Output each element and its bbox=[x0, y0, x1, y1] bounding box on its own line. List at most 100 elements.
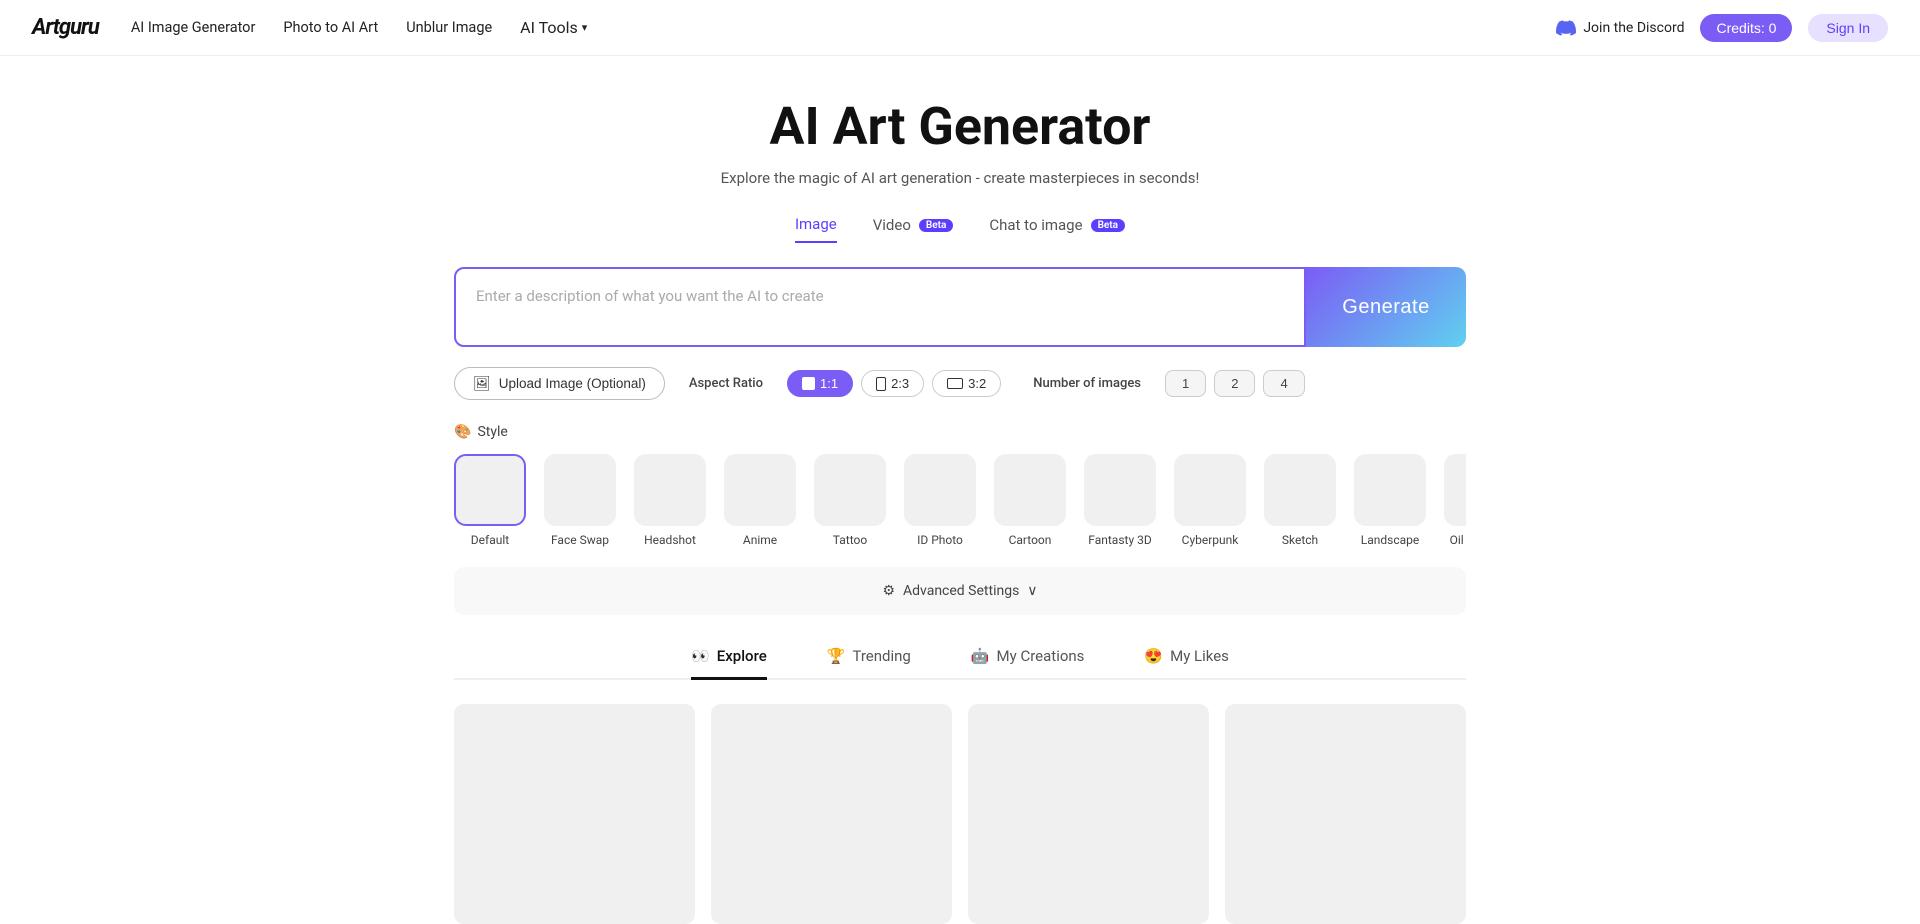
discord-icon bbox=[1556, 18, 1576, 38]
style-item-fantasy-3d[interactable]: Fantasty 3D bbox=[1084, 454, 1156, 547]
gallery-tab-my-creations[interactable]: 🤖 My Creations bbox=[971, 647, 1085, 680]
gallery-card-2[interactable] bbox=[711, 704, 952, 924]
style-thumb-cyberpunk bbox=[1174, 454, 1246, 526]
style-label-id-photo: ID Photo bbox=[917, 533, 963, 547]
gallery-tab-my-likes[interactable]: 😍 My Likes bbox=[1144, 647, 1228, 680]
my-likes-icon: 😍 bbox=[1144, 647, 1163, 665]
gallery-card-3[interactable] bbox=[968, 704, 1209, 924]
style-header: 🎨 Style bbox=[454, 424, 1466, 440]
style-label-default: Default bbox=[471, 533, 509, 547]
num-1[interactable]: 1 bbox=[1165, 370, 1206, 397]
generate-button[interactable]: Generate bbox=[1306, 267, 1466, 347]
upload-icon: 🖼 bbox=[473, 375, 491, 392]
style-label-anime: Anime bbox=[743, 533, 777, 547]
style-item-face-swap[interactable]: Face Swap bbox=[544, 454, 616, 547]
style-label-headshot: Headshot bbox=[644, 533, 696, 547]
nav-ai-tools[interactable]: AI Tools ▾ bbox=[520, 18, 587, 37]
signin-button[interactable]: Sign In bbox=[1808, 14, 1888, 42]
aspect-2-3[interactable]: 2:3 bbox=[861, 370, 924, 397]
style-label-tattoo: Tattoo bbox=[833, 533, 867, 547]
header-right: Join the Discord Credits: 0 Sign In bbox=[1556, 14, 1888, 42]
portrait-icon bbox=[876, 377, 886, 391]
landscape-icon bbox=[947, 378, 963, 389]
nav-photo-to-ai-art[interactable]: Photo to AI Art bbox=[283, 19, 378, 36]
style-thumb-id-photo bbox=[904, 454, 976, 526]
options-row: 🖼 Upload Image (Optional) Aspect Ratio 1… bbox=[454, 367, 1466, 400]
style-thumb-sketch bbox=[1264, 454, 1336, 526]
tab-video[interactable]: Video Beta bbox=[873, 215, 954, 243]
style-item-cyberpunk[interactable]: Cyberpunk bbox=[1174, 454, 1246, 547]
my-likes-label: My Likes bbox=[1170, 647, 1229, 665]
trending-label: Trending bbox=[852, 647, 910, 665]
style-label-landscape: Landscape bbox=[1361, 533, 1420, 547]
style-grid: Default Face Swap Headshot Anime Tattoo … bbox=[454, 454, 1466, 547]
discord-link[interactable]: Join the Discord bbox=[1556, 18, 1684, 38]
logo[interactable]: Artguru bbox=[32, 15, 99, 40]
num-2[interactable]: 2 bbox=[1214, 370, 1255, 397]
style-item-landscape[interactable]: Landscape bbox=[1354, 454, 1426, 547]
gallery-grid bbox=[454, 704, 1466, 924]
style-item-cartoon[interactable]: Cartoon bbox=[994, 454, 1066, 547]
style-thumb-default bbox=[454, 454, 526, 526]
style-item-sketch[interactable]: Sketch bbox=[1264, 454, 1336, 547]
advanced-settings-label: Advanced Settings bbox=[903, 583, 1019, 599]
main-content: AI Art Generator Explore the magic of AI… bbox=[430, 56, 1490, 924]
num-4[interactable]: 4 bbox=[1263, 370, 1304, 397]
style-thumb-fantasy-3d bbox=[1084, 454, 1156, 526]
num-images-options: 1 2 4 bbox=[1165, 370, 1305, 397]
my-creations-icon: 🤖 bbox=[971, 647, 990, 665]
header: Artguru AI Image Generator Photo to AI A… bbox=[0, 0, 1920, 56]
prompt-textarea[interactable] bbox=[454, 267, 1306, 347]
upload-image-button[interactable]: 🖼 Upload Image (Optional) bbox=[454, 367, 665, 400]
style-item-id-photo[interactable]: ID Photo bbox=[904, 454, 976, 547]
page-title: AI Art Generator bbox=[454, 96, 1466, 157]
discord-label: Join the Discord bbox=[1583, 20, 1684, 36]
style-item-headshot[interactable]: Headshot bbox=[634, 454, 706, 547]
nav-unblur-image[interactable]: Unblur Image bbox=[406, 19, 492, 36]
style-label-oil-painting: Oil Painting bbox=[1450, 533, 1466, 547]
aspect-1-1[interactable]: 1:1 bbox=[787, 370, 853, 397]
style-item-anime[interactable]: Anime bbox=[724, 454, 796, 547]
square-icon bbox=[802, 377, 815, 390]
my-creations-label: My Creations bbox=[997, 647, 1085, 665]
tab-image[interactable]: Image bbox=[795, 215, 837, 243]
style-icon: 🎨 bbox=[454, 424, 471, 440]
credits-button[interactable]: Credits: 0 bbox=[1700, 14, 1792, 42]
style-thumb-anime bbox=[724, 454, 796, 526]
style-section: 🎨 Style Default Face Swap Headshot Anime bbox=[454, 424, 1466, 547]
style-thumb-tattoo bbox=[814, 454, 886, 526]
chat-beta-badge: Beta bbox=[1091, 219, 1125, 232]
style-label-sketch: Sketch bbox=[1282, 533, 1318, 547]
style-thumb-face-swap bbox=[544, 454, 616, 526]
gallery-card-1[interactable] bbox=[454, 704, 695, 924]
trending-icon: 🏆 bbox=[827, 647, 846, 665]
style-label-face-swap: Face Swap bbox=[551, 533, 609, 547]
num-images-label: Number of images bbox=[1033, 376, 1141, 391]
gallery-tab-trending[interactable]: 🏆 Trending bbox=[827, 647, 911, 680]
explore-icon: 👀 bbox=[691, 647, 710, 665]
style-label: Style bbox=[477, 424, 507, 440]
tab-chat-to-image[interactable]: Chat to image Beta bbox=[989, 215, 1125, 243]
gallery-tab-explore[interactable]: 👀 Explore bbox=[691, 647, 767, 680]
style-thumb-landscape bbox=[1354, 454, 1426, 526]
style-item-tattoo[interactable]: Tattoo bbox=[814, 454, 886, 547]
style-thumb-oil-painting bbox=[1444, 454, 1466, 526]
gallery-tabs: 👀 Explore 🏆 Trending 🤖 My Creations 😍 My… bbox=[454, 647, 1466, 680]
generator-row: Generate bbox=[454, 267, 1466, 347]
style-thumb-headshot bbox=[634, 454, 706, 526]
mode-tabs: Image Video Beta Chat to image Beta bbox=[454, 215, 1466, 243]
aspect-3-2[interactable]: 3:2 bbox=[932, 370, 1001, 397]
style-label-fantasy-3d: Fantasty 3D bbox=[1088, 533, 1151, 547]
video-beta-badge: Beta bbox=[919, 219, 953, 232]
style-item-oil-painting[interactable]: Oil Painting bbox=[1444, 454, 1466, 547]
style-thumb-cartoon bbox=[994, 454, 1066, 526]
style-label-cyberpunk: Cyberpunk bbox=[1182, 533, 1239, 547]
main-nav: AI Image Generator Photo to AI Art Unblu… bbox=[131, 18, 587, 37]
style-item-default[interactable]: Default bbox=[454, 454, 526, 547]
style-label-cartoon: Cartoon bbox=[1009, 533, 1052, 547]
explore-label: Explore bbox=[717, 647, 767, 665]
aspect-ratio-label: Aspect Ratio bbox=[689, 376, 763, 391]
gallery-card-4[interactable] bbox=[1225, 704, 1466, 924]
advanced-settings[interactable]: ⚙ Advanced Settings ∨ bbox=[454, 567, 1466, 615]
nav-ai-image-generator[interactable]: AI Image Generator bbox=[131, 19, 256, 36]
